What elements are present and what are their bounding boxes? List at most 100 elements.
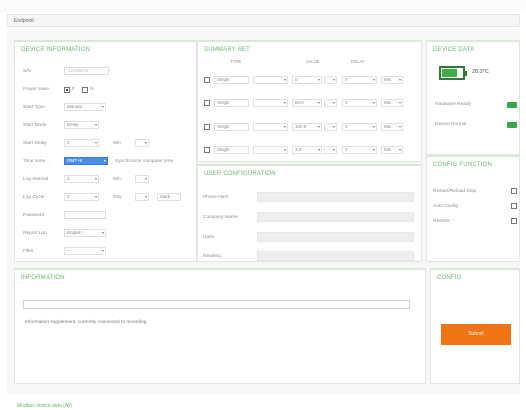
summary-set-title: SUMMARY SET bbox=[204, 47, 250, 53]
summary-row-type-value: Single bbox=[217, 124, 230, 129]
chevron-down-icon: ▾ bbox=[372, 77, 375, 82]
summary-row-range-select[interactable]: ▾ bbox=[253, 76, 288, 84]
battery-value: 28.3°C bbox=[472, 69, 489, 75]
summary-row-delay-select[interactable]: 0 ▾ bbox=[342, 146, 377, 154]
start-delay-label: Start Delay bbox=[23, 141, 47, 146]
summary-row-unit-select[interactable]: ▾ bbox=[324, 99, 337, 107]
reading-input[interactable] bbox=[257, 251, 414, 261]
summary-row-range-select[interactable]: ▾ bbox=[253, 123, 288, 131]
summary-row-value-select[interactable]: 100.0 ▾ bbox=[292, 123, 322, 131]
chevron-down-icon: ▾ bbox=[283, 147, 286, 152]
summary-row-value-select[interactable]: 0 ▾ bbox=[292, 76, 322, 84]
summary-row-checkbox[interactable] bbox=[204, 77, 210, 83]
main-content: DEVICE INFORMATION S/N 12345678 Power Sa… bbox=[7, 31, 520, 395]
log-interval-value: 0 bbox=[67, 176, 70, 181]
summary-row-type-select[interactable]: Single bbox=[214, 123, 249, 131]
device-info-title: DEVICE INFORMATION bbox=[21, 47, 91, 53]
filter-value: -- bbox=[67, 248, 70, 253]
information-input[interactable] bbox=[23, 300, 410, 309]
mark-button[interactable]: Mark bbox=[157, 193, 181, 201]
summary-row-type-select[interactable]: Single bbox=[214, 146, 249, 154]
power-save-on-checkbox[interactable] bbox=[82, 87, 88, 93]
information-message: Information supplement, currently connec… bbox=[25, 320, 148, 325]
summary-row-unit-select[interactable]: ▾ bbox=[324, 123, 337, 131]
chevron-down-icon: ▾ bbox=[317, 100, 320, 105]
summary-row-delay: 0 bbox=[345, 100, 348, 105]
password-field[interactable] bbox=[64, 211, 106, 219]
log-interval-select[interactable]: 0 ▾ bbox=[64, 175, 99, 183]
log-cycle-select[interactable]: 0 ▾ bbox=[64, 193, 99, 201]
toolbar: Endpoint bbox=[7, 14, 520, 27]
log-cycle-label: Log Cycle bbox=[23, 195, 45, 200]
log-cycle-unit-select[interactable]: ▾ bbox=[135, 193, 149, 201]
report-lan-select[interactable]: English ▾ bbox=[64, 229, 106, 237]
time-zone-label: Time zone bbox=[23, 159, 46, 164]
summary-row-value-select[interactable]: 3.0 ▾ bbox=[292, 146, 322, 154]
phone-num-input[interactable] bbox=[257, 192, 414, 202]
summary-row-value-select[interactable]: 80.0 ▾ bbox=[292, 99, 322, 107]
summary-row-delay-select[interactable]: 0 ▾ bbox=[342, 123, 377, 131]
device-data-title: DEVICE DATA bbox=[433, 47, 475, 53]
restart-stop-label: Restart/Reload Stop bbox=[433, 189, 477, 194]
summary-row-range-select[interactable]: ▾ bbox=[253, 99, 288, 107]
hardware-ready-label: Hardware Ready bbox=[435, 102, 471, 107]
summary-row-delay-unit-select[interactable]: Min ▾ bbox=[381, 146, 403, 154]
summary-row-value: 100.0 bbox=[295, 124, 307, 129]
mark-label: Mark bbox=[160, 194, 170, 199]
summary-row-delay-select[interactable]: 0 ▾ bbox=[342, 99, 377, 107]
chevron-down-icon: ▾ bbox=[283, 100, 286, 105]
start-delay-select[interactable]: 0 ▾ bbox=[64, 139, 99, 147]
summary-row-delay-unit-select[interactable]: Min ▾ bbox=[381, 123, 403, 131]
sn-field[interactable]: 12345678 bbox=[64, 67, 109, 75]
restart-stop-checkbox[interactable] bbox=[511, 188, 517, 194]
summary-row-range-select[interactable]: ▾ bbox=[253, 146, 288, 154]
toolbar-title[interactable]: Endpoint bbox=[14, 18, 34, 24]
summary-row-checkbox[interactable] bbox=[204, 124, 210, 130]
summary-row-type-value: Single bbox=[217, 100, 230, 105]
summary-header-type: TYPE bbox=[230, 59, 242, 64]
start-delay-unit-select[interactable]: ▾ bbox=[135, 139, 149, 147]
units-input[interactable] bbox=[257, 232, 414, 242]
chevron-down-icon: ▾ bbox=[372, 124, 375, 129]
summary-row-unit-select[interactable]: ▾ bbox=[324, 76, 337, 84]
chevron-down-icon: ▾ bbox=[372, 100, 375, 105]
summary-row-delay-select[interactable]: 0 ▾ bbox=[342, 76, 377, 84]
summary-row-delay-unit: Min bbox=[384, 124, 392, 129]
summary-row-checkbox[interactable] bbox=[204, 100, 210, 106]
reading-label: Reading bbox=[203, 254, 221, 259]
power-save-off-checkbox[interactable] bbox=[64, 87, 70, 93]
submit-button[interactable]: Submit bbox=[441, 324, 511, 345]
start-type-label: Start Type bbox=[23, 105, 45, 110]
summary-row-type-value: Single bbox=[217, 77, 230, 82]
phone-num-label: Phone Num bbox=[203, 195, 229, 200]
start-mode-select[interactable]: Delay ▾ bbox=[64, 121, 99, 129]
summary-row-unit-select[interactable]: ▾ bbox=[324, 146, 337, 154]
summary-row-type-select[interactable]: Single bbox=[214, 76, 249, 84]
chevron-down-icon: ▾ bbox=[94, 194, 97, 199]
battery-icon bbox=[439, 66, 467, 80]
summary-row-type-select[interactable]: Single bbox=[214, 99, 249, 107]
user-config-title: USER CONFIGURATION bbox=[204, 171, 276, 177]
summary-row-checkbox[interactable] bbox=[204, 147, 210, 153]
filter-select[interactable]: -- ▾ bbox=[64, 247, 106, 255]
company-name-input[interactable] bbox=[257, 212, 414, 222]
chevron-down-icon: ▾ bbox=[332, 124, 335, 129]
summary-row-delay-unit: Min bbox=[384, 77, 392, 82]
summary-row-delay-unit-select[interactable]: Min ▾ bbox=[381, 76, 403, 84]
log-interval-unit-select[interactable]: ▾ bbox=[135, 175, 149, 183]
restore-checkbox[interactable] bbox=[511, 218, 517, 224]
chevron-down-icon: ▾ bbox=[101, 230, 104, 235]
sync-time-label[interactable]: Synchronize computer time bbox=[115, 159, 173, 164]
start-type-select[interactable]: Manual ▾ bbox=[64, 103, 106, 111]
auto-config-checkbox[interactable] bbox=[511, 203, 517, 209]
chevron-down-icon: ▾ bbox=[94, 122, 97, 127]
start-delay-value: 0 bbox=[67, 140, 70, 145]
summary-row-delay-unit-select[interactable]: Min ▾ bbox=[381, 99, 403, 107]
information-panel: INFORMATION Information supplement, curr… bbox=[14, 268, 426, 384]
log-interval-label: Log Interval bbox=[23, 177, 49, 182]
modbus-data-link[interactable]: Modbus device data (All) bbox=[17, 403, 72, 409]
report-lan-label: Report Lan bbox=[23, 231, 47, 236]
time-zone-select[interactable]: GMT+8 ▾ bbox=[64, 157, 108, 165]
summary-set-panel: SUMMARY SET TYPE VALUE DELAY Single ▾ 0 ▾… bbox=[197, 40, 422, 162]
chevron-down-icon: ▾ bbox=[372, 147, 375, 152]
